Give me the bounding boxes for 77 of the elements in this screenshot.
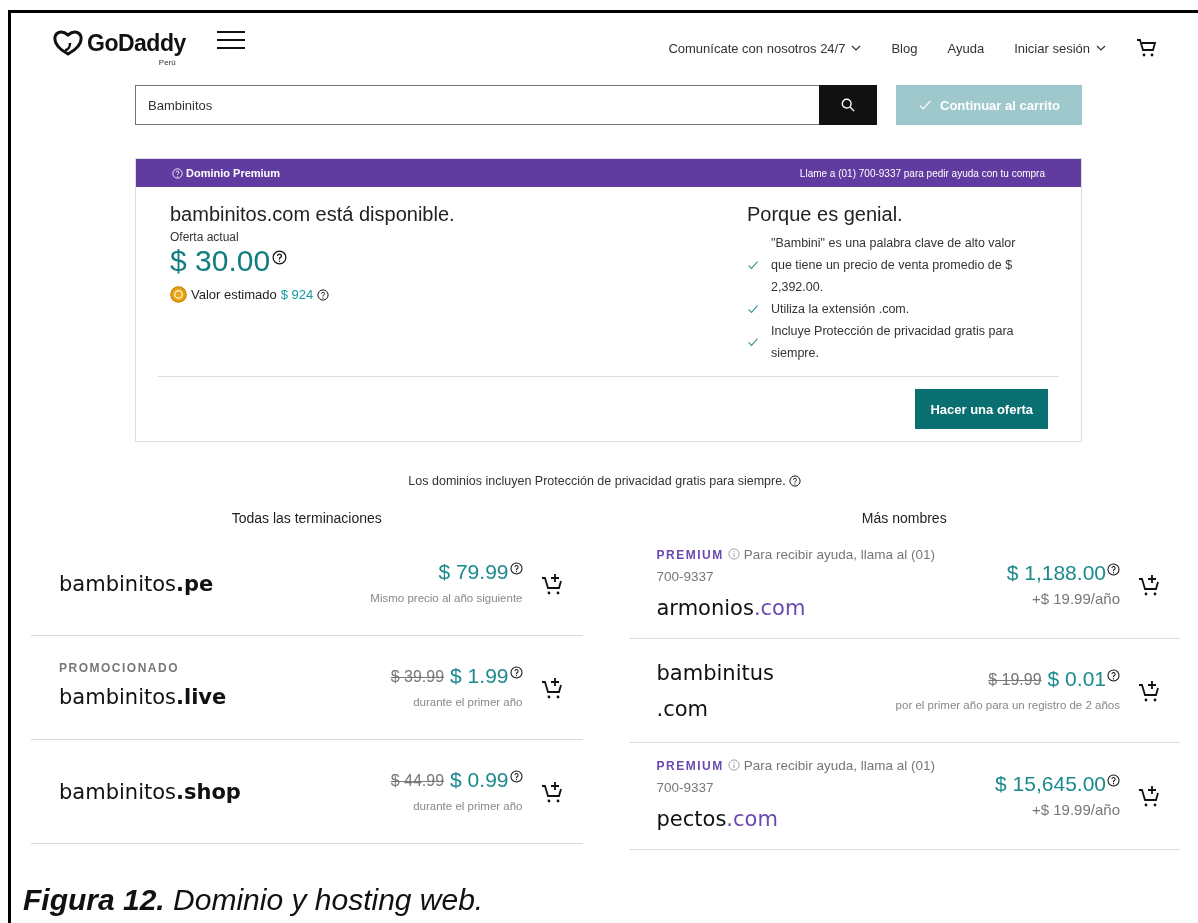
domain-name: pectos.com xyxy=(656,806,779,833)
info-icon xyxy=(727,548,740,560)
offer-price: $ 30.00 xyxy=(170,244,271,278)
price-note: +$ 19.99/año xyxy=(1032,800,1120,820)
price-note: +$ 19.99/año xyxy=(1032,589,1120,609)
add-to-cart-icon[interactable] xyxy=(1138,784,1162,808)
heart-logo-icon xyxy=(53,30,83,56)
price-note: durante el primer año xyxy=(413,694,523,710)
check-icon xyxy=(918,98,933,112)
info-icon xyxy=(727,759,740,771)
reason-text: "Bambini" es una palabra clave de alto valor que tiene un precio de venta promedio de $ 2,392.00. xyxy=(771,235,1017,296)
nav-link[interactable]: Iniciar sesión xyxy=(1014,40,1106,56)
help-line: Llame a (01) 700-9337 para pedir ayuda con tu compra xyxy=(799,167,1045,179)
help-icon xyxy=(172,167,183,179)
search-field[interactable]: Bambinitos xyxy=(135,85,819,125)
domain-price: $ 79.99 xyxy=(438,559,509,584)
domain-price: $ 1,188.00 xyxy=(1006,561,1106,585)
nav-link[interactable]: Ayuda xyxy=(947,40,985,56)
add-to-cart-icon[interactable] xyxy=(540,571,565,596)
help-icon xyxy=(272,250,288,265)
cart-icon[interactable] xyxy=(1136,38,1158,58)
domain-name: bambinitos.shop xyxy=(59,778,242,806)
reason-text: Utiliza la extensión .com. xyxy=(771,301,911,318)
price-note: por el primer año para un registro de 2 años xyxy=(895,697,1120,713)
caret-icon xyxy=(851,43,862,53)
search-icon xyxy=(841,98,855,112)
help-icon xyxy=(788,475,801,487)
check-icon xyxy=(747,336,759,348)
help-icon xyxy=(1107,563,1120,576)
original-price: $ 44.99 xyxy=(390,771,445,790)
premium-label: Dominio Premium xyxy=(186,167,281,179)
privacy-note: Los dominios incluyen Protección de privacidad gratis para siempre. xyxy=(408,474,786,488)
availability-title: bambinitos.com está disponible. xyxy=(170,203,456,226)
domain-price: $ 0.01 xyxy=(1047,666,1106,691)
add-to-cart-icon[interactable] xyxy=(1138,573,1162,597)
reason-text: Incluye Protección de privacidad gratis para siempre. xyxy=(771,323,1015,362)
help-icon xyxy=(509,561,523,575)
premium-help-text: PREMIUM Para recibir ayuda, llama al (01) 700-9337 xyxy=(656,546,936,586)
help-icon xyxy=(1107,774,1120,787)
original-price: $ 19.99 xyxy=(988,670,1042,689)
caret-icon xyxy=(1096,43,1106,53)
offer-label: Oferta actual xyxy=(170,230,240,244)
price-note: durante el primer año xyxy=(413,798,523,814)
domain-name: armonios.com xyxy=(656,595,807,622)
check-icon xyxy=(747,303,759,315)
estimate-value[interactable]: $ 924 xyxy=(280,287,314,302)
nav-link[interactable]: Comunícate con nosotros 24/7 xyxy=(668,40,862,56)
promoted-label: PROMOCIONADO xyxy=(59,660,180,675)
region-label: Perú xyxy=(158,57,176,67)
estimate-label: Valor estimado xyxy=(191,287,277,302)
domain-name: bambinitus .com xyxy=(656,659,775,723)
help-icon xyxy=(317,288,330,301)
check-icon xyxy=(747,259,759,271)
brand-name[interactable]: GoDaddy xyxy=(87,29,186,57)
domain-price: $ 1.99 xyxy=(450,663,509,688)
nav-link[interactable]: Blog xyxy=(891,40,918,56)
menu-icon[interactable] xyxy=(215,30,246,50)
figure-caption: Figura 12. Dominio y hosting web. xyxy=(23,883,485,917)
column-heading: Todas las terminaciones xyxy=(230,510,383,526)
add-to-cart-icon[interactable] xyxy=(540,675,565,700)
add-to-cart-icon[interactable] xyxy=(540,779,565,804)
domain-name: bambinitos.pe xyxy=(59,570,215,598)
original-price: $ 39.99 xyxy=(390,667,445,686)
domain-name: bambinitos.live xyxy=(59,683,228,711)
add-to-cart-icon[interactable] xyxy=(1138,678,1162,703)
premium-help-text: PREMIUM Para recibir ayuda, llama al (01) 700-9337 xyxy=(656,757,936,797)
column-heading: Más nombres xyxy=(860,510,948,526)
help-icon xyxy=(1107,668,1120,682)
price-note: Mismo precio al año siguiente xyxy=(370,590,523,606)
help-icon xyxy=(509,665,523,679)
domain-price: $ 15,645.00 xyxy=(995,772,1106,796)
domain-price: $ 0.99 xyxy=(450,767,509,792)
make-offer-button[interactable]: Hacer una oferta xyxy=(915,389,1048,429)
search-button[interactable] xyxy=(819,85,877,125)
help-icon xyxy=(509,769,523,783)
coin-icon xyxy=(170,286,187,303)
reasons-title: Porque es genial. xyxy=(747,203,904,226)
